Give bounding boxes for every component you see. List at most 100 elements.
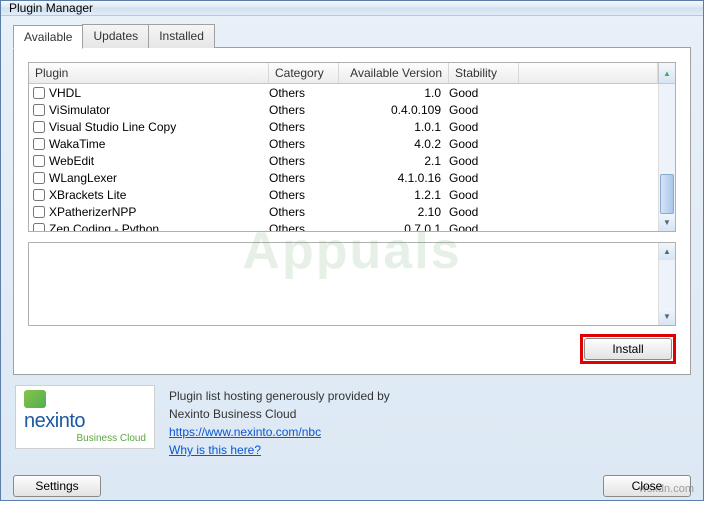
plugin-detail-panel: ▲ ▼ bbox=[28, 242, 676, 326]
detail-scroll-up-icon[interactable]: ▲ bbox=[659, 243, 675, 260]
row-checkbox-wrap bbox=[29, 84, 47, 102]
row-category: Others bbox=[269, 205, 339, 219]
row-plugin-name: WLangLexer bbox=[47, 171, 269, 185]
row-checkbox[interactable] bbox=[33, 87, 45, 99]
row-checkbox[interactable] bbox=[33, 104, 45, 116]
row-checkbox-wrap bbox=[29, 169, 47, 187]
row-checkbox[interactable] bbox=[33, 138, 45, 150]
window-title: Plugin Manager bbox=[9, 1, 93, 15]
row-category: Others bbox=[269, 137, 339, 151]
sponsor-footer: nexinto Business Cloud Plugin list hosti… bbox=[13, 381, 691, 459]
row-stability: Good bbox=[449, 205, 519, 219]
row-version: 1.0.1 bbox=[339, 120, 449, 134]
sponsor-info: Plugin list hosting generously provided … bbox=[169, 385, 689, 459]
close-button[interactable]: Close bbox=[603, 475, 691, 497]
row-version: 2.10 bbox=[339, 205, 449, 219]
row-plugin-name: ViSimulator bbox=[47, 103, 269, 117]
row-version: 1.0 bbox=[339, 86, 449, 100]
tab-panel: Plugin Category Available Version Stabil… bbox=[13, 47, 691, 375]
row-version: 2.1 bbox=[339, 154, 449, 168]
tabstrip: Available Updates Installed bbox=[13, 24, 691, 48]
row-checkbox[interactable] bbox=[33, 155, 45, 167]
row-category: Others bbox=[269, 222, 339, 232]
rows-container: VHDLOthers1.0GoodViSimulatorOthers0.4.0.… bbox=[29, 84, 658, 231]
row-stability: Good bbox=[449, 120, 519, 134]
sponsor-logo-mark-icon bbox=[24, 390, 46, 408]
col-header-plugin[interactable]: Plugin bbox=[29, 63, 269, 83]
install-button[interactable]: Install bbox=[584, 338, 672, 360]
detail-scroll-down-icon[interactable]: ▼ bbox=[659, 308, 675, 325]
table-row[interactable]: WakaTimeOthers4.0.2Good bbox=[29, 135, 658, 152]
row-plugin-name: VHDL bbox=[47, 86, 269, 100]
vertical-scrollbar[interactable]: ▼ bbox=[658, 84, 675, 231]
sponsor-why-link[interactable]: Why is this here? bbox=[169, 443, 261, 457]
install-highlight: Install bbox=[580, 334, 676, 364]
bottom-bar: Settings Close bbox=[1, 469, 703, 505]
table-row[interactable]: XBrackets LiteOthers1.2.1Good bbox=[29, 186, 658, 203]
sponsor-line1: Plugin list hosting generously provided … bbox=[169, 387, 689, 405]
col-header-category[interactable]: Category bbox=[269, 63, 339, 83]
row-stability: Good bbox=[449, 188, 519, 202]
row-category: Others bbox=[269, 171, 339, 185]
row-plugin-name: XBrackets Lite bbox=[47, 188, 269, 202]
table-row[interactable]: XPatherizerNPPOthers2.10Good bbox=[29, 203, 658, 220]
list-body: VHDLOthers1.0GoodViSimulatorOthers0.4.0.… bbox=[29, 84, 675, 231]
row-version: 1.2.1 bbox=[339, 188, 449, 202]
detail-content bbox=[29, 243, 658, 325]
row-checkbox[interactable] bbox=[33, 172, 45, 184]
sponsor-link[interactable]: https://www.nexinto.com/nbc bbox=[169, 425, 321, 439]
sponsor-tag: Business Cloud bbox=[77, 433, 146, 444]
plugin-manager-window: Plugin Manager Available Updates Install… bbox=[0, 0, 704, 501]
sponsor-line2: Nexinto Business Cloud bbox=[169, 405, 689, 423]
tab-available[interactable]: Available bbox=[13, 25, 83, 49]
row-checkbox-wrap bbox=[29, 118, 47, 136]
col-header-spacer bbox=[519, 63, 658, 83]
row-category: Others bbox=[269, 120, 339, 134]
scroll-down-icon[interactable]: ▼ bbox=[659, 214, 675, 231]
row-version: 0.7.0.1 bbox=[339, 222, 449, 232]
row-checkbox[interactable] bbox=[33, 206, 45, 218]
table-row[interactable]: Zen Coding - PythonOthers0.7.0.1Good bbox=[29, 220, 658, 231]
scrollbar-thumb[interactable] bbox=[660, 174, 674, 214]
row-category: Others bbox=[269, 188, 339, 202]
table-row[interactable]: ViSimulatorOthers0.4.0.109Good bbox=[29, 101, 658, 118]
settings-button[interactable]: Settings bbox=[13, 475, 101, 497]
row-plugin-name: Visual Studio Line Copy bbox=[47, 120, 269, 134]
row-category: Others bbox=[269, 154, 339, 168]
col-header-version[interactable]: Available Version bbox=[339, 63, 449, 83]
row-version: 4.0.2 bbox=[339, 137, 449, 151]
row-stability: Good bbox=[449, 86, 519, 100]
row-stability: Good bbox=[449, 103, 519, 117]
table-row[interactable]: VHDLOthers1.0Good bbox=[29, 84, 658, 101]
table-row[interactable]: Visual Studio Line CopyOthers1.0.1Good bbox=[29, 118, 658, 135]
sponsor-logo: nexinto Business Cloud bbox=[15, 385, 155, 449]
col-header-stability[interactable]: Stability bbox=[449, 63, 519, 83]
row-checkbox[interactable] bbox=[33, 223, 45, 232]
tab-installed[interactable]: Installed bbox=[148, 24, 215, 48]
row-category: Others bbox=[269, 103, 339, 117]
install-row: Install bbox=[28, 334, 676, 364]
row-checkbox-wrap bbox=[29, 135, 47, 153]
row-checkbox[interactable] bbox=[33, 189, 45, 201]
row-category: Others bbox=[269, 86, 339, 100]
row-plugin-name: WebEdit bbox=[47, 154, 269, 168]
row-plugin-name: XPatherizerNPP bbox=[47, 205, 269, 219]
row-checkbox[interactable] bbox=[33, 121, 45, 133]
row-checkbox-wrap bbox=[29, 203, 47, 221]
row-checkbox-wrap bbox=[29, 101, 47, 119]
row-checkbox-wrap bbox=[29, 186, 47, 204]
row-stability: Good bbox=[449, 154, 519, 168]
row-checkbox-wrap bbox=[29, 152, 47, 170]
row-stability: Good bbox=[449, 222, 519, 232]
scroll-up-icon[interactable]: ▲ bbox=[658, 63, 675, 83]
row-stability: Good bbox=[449, 171, 519, 185]
table-row[interactable]: WLangLexerOthers4.1.0.16Good bbox=[29, 169, 658, 186]
detail-scrollbar[interactable]: ▲ ▼ bbox=[658, 243, 675, 325]
row-version: 0.4.0.109 bbox=[339, 103, 449, 117]
tab-updates[interactable]: Updates bbox=[82, 24, 149, 48]
row-stability: Good bbox=[449, 137, 519, 151]
table-row[interactable]: WebEditOthers2.1Good bbox=[29, 152, 658, 169]
content-area: Available Updates Installed Plugin Categ… bbox=[1, 16, 703, 469]
titlebar: Plugin Manager bbox=[1, 1, 703, 16]
list-header: Plugin Category Available Version Stabil… bbox=[29, 63, 675, 84]
